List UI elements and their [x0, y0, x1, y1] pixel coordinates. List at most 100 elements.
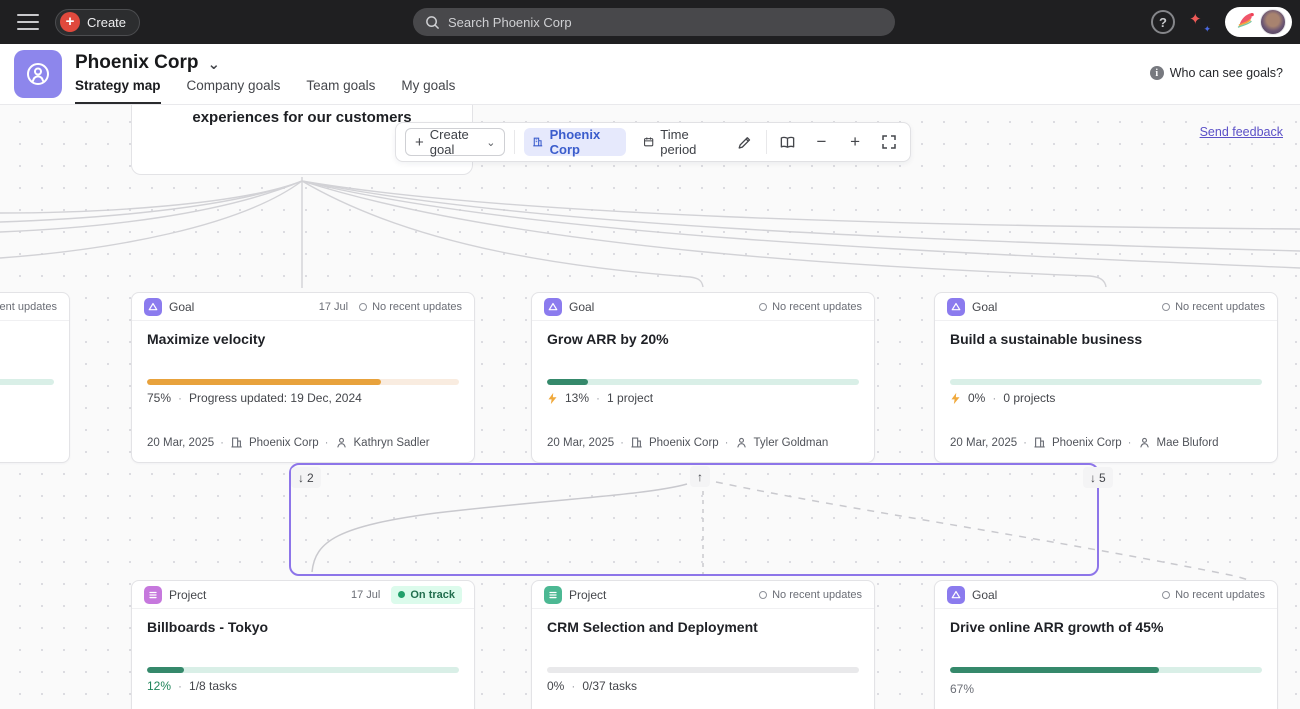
search-input[interactable]: Search Phoenix Corp — [413, 8, 895, 36]
card-title: CRM Selection and Deployment — [547, 619, 859, 635]
goal-icon — [144, 298, 162, 316]
lightning-icon — [547, 392, 558, 405]
project-card-billboards-tokyo[interactable]: Project 17 Jul On track Billboards - Tok… — [131, 580, 475, 709]
page-title: Phoenix Corp — [75, 52, 199, 74]
progress-track — [147, 379, 459, 385]
status-badge: No recent updates — [0, 301, 57, 313]
card-title: Build a sustainable business — [950, 331, 1262, 347]
goal-card-partial[interactable]: Goal No recent updates — [0, 292, 70, 463]
user-avatar — [1260, 9, 1286, 35]
status-badge: No recent updates — [1162, 589, 1265, 601]
progress-fill — [950, 667, 1159, 673]
card-type-label: Goal — [972, 588, 997, 602]
progress-stats: 67% — [950, 682, 974, 696]
project-card-crm-selection[interactable]: Project No recent updates CRM Selection … — [531, 580, 875, 709]
create-button-label: Create — [87, 15, 126, 30]
person-badge-icon — [24, 60, 52, 88]
status-badge: On track — [391, 586, 462, 604]
progress-track — [147, 667, 459, 673]
status-badge: No recent updates — [759, 301, 862, 313]
zoom-out-button[interactable]: − — [809, 128, 834, 156]
status-circle-icon — [759, 303, 767, 311]
sparkle-icon-small: ✦ — [1203, 25, 1211, 34]
send-feedback-link[interactable]: Send feedback — [1200, 125, 1283, 139]
toolbar-divider — [514, 130, 515, 154]
building-icon — [1033, 436, 1046, 449]
card-title: Billboards - Tokyo — [147, 619, 459, 635]
search-placeholder: Search Phoenix Corp — [448, 15, 572, 30]
status-circle-icon — [759, 591, 767, 599]
fullscreen-button[interactable] — [876, 128, 901, 156]
sparkle-icon: ✦ — [1189, 12, 1202, 27]
progress-stats: 75% · Progress updated: 19 Dec, 2024 — [147, 391, 362, 405]
progress-track — [0, 379, 54, 385]
collapse-toggle-right[interactable]: ↓ 5 — [1083, 467, 1113, 488]
progress-stats: 13% · 1 project — [547, 391, 653, 405]
card-type-label: Project — [569, 588, 606, 602]
org-filter-button[interactable]: Phoenix Corp — [524, 128, 626, 156]
phoenix-logo-icon — [1231, 10, 1257, 34]
progress-stats: 0% · 0/37 tasks — [547, 679, 637, 693]
time-period-label: Time period — [660, 127, 715, 157]
create-goal-button[interactable]: + Create goal ⌄ — [405, 128, 505, 156]
goal-card-sustainable-business[interactable]: Goal No recent updates Build a sustainab… — [934, 292, 1278, 463]
project-icon — [544, 586, 562, 604]
child-count: 5 — [1099, 471, 1106, 485]
goal-card-maximize-velocity[interactable]: Goal 17 Jul No recent updates Maximize v… — [131, 292, 475, 463]
arrow-down-icon: ↓ — [298, 471, 304, 485]
hamburger-menu-icon[interactable] — [17, 14, 39, 30]
status-circle-icon — [359, 303, 367, 311]
goal-card-drive-online-arr[interactable]: Goal No recent updates Drive online ARR … — [934, 580, 1278, 709]
collapse-toggle-center[interactable]: ↑ — [690, 466, 710, 487]
expand-icon — [881, 134, 897, 150]
status-circle-icon — [1162, 303, 1170, 311]
plus-icon: + — [60, 12, 80, 32]
status-dot-icon — [398, 591, 405, 598]
strategy-map-canvas[interactable]: experiences for our customers Send feedb… — [0, 105, 1300, 709]
due-date: 17 Jul — [319, 301, 348, 313]
building-icon — [230, 436, 243, 449]
top-navigation-bar: + Create Search Phoenix Corp ? ✦ ✦ — [0, 0, 1300, 44]
time-period-button[interactable]: Time period — [635, 128, 723, 156]
tab-company-goals[interactable]: Company goals — [187, 78, 281, 104]
question-icon: ? — [1159, 15, 1167, 30]
ai-sparkles-button[interactable]: ✦ ✦ — [1189, 10, 1211, 34]
page-header: Phoenix Corp ⌄ Strategy map Company goal… — [0, 44, 1300, 105]
plus-icon: + — [415, 134, 424, 151]
info-icon: i — [1150, 66, 1164, 80]
create-button[interactable]: + Create — [55, 9, 140, 36]
org-avatar — [14, 50, 62, 98]
account-switcher[interactable] — [1225, 7, 1292, 37]
highlight-tool-button[interactable] — [732, 128, 757, 156]
plus-icon: + — [850, 132, 860, 152]
map-overview-button[interactable] — [776, 128, 801, 156]
due-date: 17 Jul — [351, 589, 380, 601]
status-circle-icon — [1162, 591, 1170, 599]
chevron-down-icon[interactable]: ⌄ — [208, 55, 221, 73]
project-icon — [144, 586, 162, 604]
child-count: 2 — [307, 471, 314, 485]
arrow-up-icon: ↑ — [697, 470, 703, 484]
help-button[interactable]: ? — [1151, 10, 1175, 34]
zoom-in-button[interactable]: + — [843, 128, 868, 156]
progress-stats: 0% · 0 projects — [950, 391, 1055, 405]
card-type-label: Goal — [972, 300, 997, 314]
collapse-toggle-left[interactable]: ↓ 2 — [291, 467, 321, 488]
who-can-see-goals[interactable]: i Who can see goals? — [1150, 66, 1283, 80]
toolbar-divider — [766, 130, 767, 154]
progress-track — [547, 379, 859, 385]
goal-icon — [544, 298, 562, 316]
tab-bar: Strategy map Company goals Team goals My… — [75, 78, 455, 104]
tab-my-goals[interactable]: My goals — [401, 78, 455, 104]
card-title: Maximize velocity — [147, 331, 459, 347]
person-icon — [735, 436, 748, 449]
card-footer: 20 Mar, 2025· Phoenix Corp· Kathryn Sadl… — [147, 436, 430, 449]
progress-fill — [147, 379, 381, 385]
tab-strategy-map[interactable]: Strategy map — [75, 78, 161, 104]
tab-team-goals[interactable]: Team goals — [306, 78, 375, 104]
card-footer: 20 Mar, 2025· Phoenix Corp· Mae Bluford — [950, 436, 1219, 449]
org-filter-label: Phoenix Corp — [550, 127, 618, 157]
map-toolbar: + Create goal ⌄ Phoenix Corp Time period… — [395, 122, 911, 162]
card-type-label: Goal — [569, 300, 594, 314]
goal-card-grow-arr[interactable]: Goal No recent updates Grow ARR by 20% 1… — [531, 292, 875, 463]
